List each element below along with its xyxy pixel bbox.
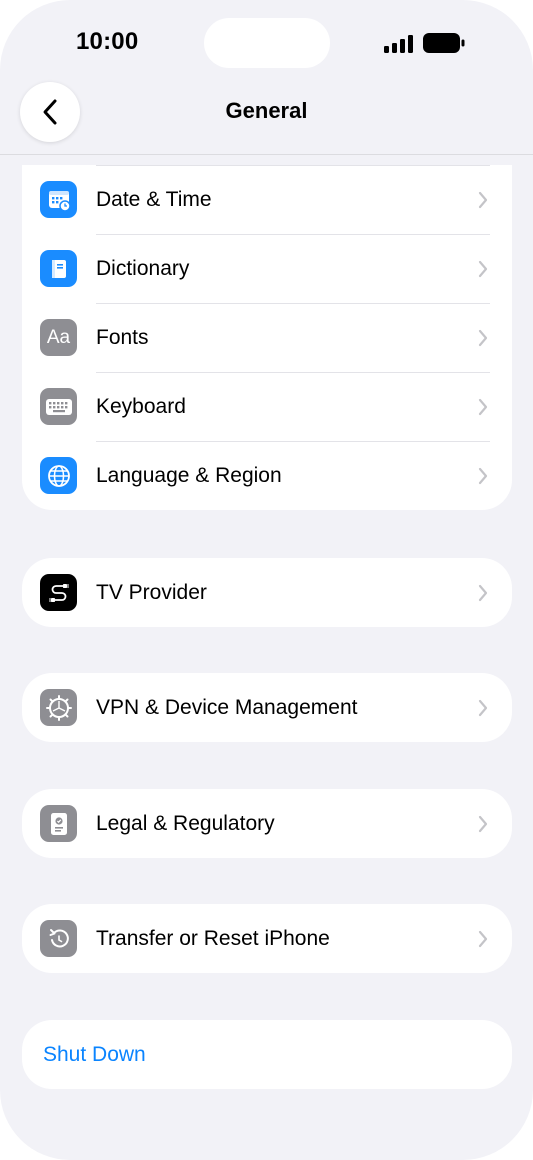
chevron-right-icon xyxy=(478,260,488,277)
settings-row-fonts[interactable]: Aa Fonts xyxy=(22,303,512,372)
row-label: Fonts xyxy=(96,325,149,349)
status-time: 10:00 xyxy=(76,28,139,55)
calendar-clock-icon xyxy=(40,181,77,218)
chevron-right-icon xyxy=(478,815,488,832)
keyboard-icon xyxy=(40,388,77,425)
row-label: Language & Region xyxy=(96,463,282,487)
gear-icon xyxy=(40,689,77,726)
fonts-icon-glyph: Aa xyxy=(46,326,71,348)
row-separator xyxy=(96,441,490,442)
shut-down-label: Shut Down xyxy=(43,1042,146,1066)
settings-row-legal-regulatory[interactable]: Legal & Regulatory xyxy=(22,789,512,858)
page-title: General xyxy=(225,98,308,123)
settings-row-date-time[interactable]: Date & Time xyxy=(22,165,512,234)
settings-group-shutdown: Shut Down xyxy=(22,1020,512,1089)
settings-group-vpn: VPN & Device Management xyxy=(22,673,512,742)
settings-row-tv-provider[interactable]: TV Provider xyxy=(22,558,512,627)
row-separator xyxy=(96,234,490,235)
phone-screen: 10:00 General Date & Time Dictionary Aa … xyxy=(0,0,533,1160)
chevron-right-icon xyxy=(478,329,488,346)
settings-row-keyboard[interactable]: Keyboard xyxy=(22,372,512,441)
settings-row-transfer-reset[interactable]: Transfer or Reset iPhone xyxy=(22,904,512,973)
certificate-icon xyxy=(40,805,77,842)
battery-icon xyxy=(423,33,465,53)
settings-group-transfer: Transfer or Reset iPhone xyxy=(22,904,512,973)
shut-down-button[interactable]: Shut Down xyxy=(22,1020,512,1089)
row-label: Date & Time xyxy=(96,187,212,211)
book-icon xyxy=(40,250,77,287)
settings-row-language-region[interactable]: Language & Region xyxy=(22,441,512,510)
chevron-right-icon xyxy=(478,467,488,484)
nav-divider xyxy=(0,154,533,155)
row-label: Dictionary xyxy=(96,256,190,280)
chevron-right-icon xyxy=(478,584,488,601)
chevron-right-icon xyxy=(478,398,488,415)
row-label: Transfer or Reset iPhone xyxy=(96,926,330,950)
settings-row-vpn-device-management[interactable]: VPN & Device Management xyxy=(22,673,512,742)
row-label: Keyboard xyxy=(96,394,186,418)
row-label: TV Provider xyxy=(96,580,207,604)
chevron-right-icon xyxy=(478,191,488,208)
globe-icon xyxy=(40,457,77,494)
row-label: Legal & Regulatory xyxy=(96,811,275,835)
dynamic-island xyxy=(204,18,330,68)
row-separator xyxy=(96,165,490,166)
row-separator xyxy=(96,372,490,373)
settings-row-dictionary[interactable]: Dictionary xyxy=(22,234,512,303)
settings-group-tv: TV Provider xyxy=(22,558,512,627)
settings-group-locale: Date & Time Dictionary Aa Fonts Keyboard… xyxy=(22,165,512,510)
reset-icon xyxy=(40,920,77,957)
chevron-right-icon xyxy=(478,930,488,947)
row-label: VPN & Device Management xyxy=(96,695,358,719)
tv-provider-icon xyxy=(40,574,77,611)
row-separator xyxy=(96,303,490,304)
fonts-icon: Aa xyxy=(40,319,77,356)
cellular-signal-icon xyxy=(384,35,413,53)
settings-group-legal: Legal & Regulatory xyxy=(22,789,512,858)
chevron-right-icon xyxy=(478,699,488,716)
